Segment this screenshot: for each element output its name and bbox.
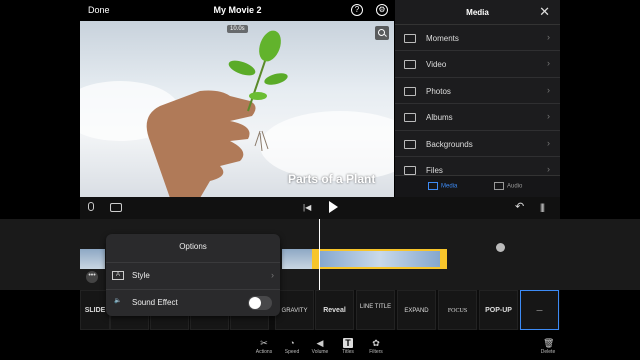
title-overlay-text: Parts of a Plant (288, 172, 376, 186)
chevron-right-icon: › (547, 58, 550, 69)
media-item-moments[interactable]: Moments › (395, 25, 560, 52)
media-panel: Media ✕ Moments › Video › Photos › Album… (395, 0, 560, 197)
media-item-photos[interactable]: Photos › (395, 78, 560, 105)
chevron-right-icon: › (547, 84, 550, 95)
option-style-label: Style (132, 271, 150, 280)
title-style-focus[interactable]: FOCUS (438, 290, 477, 330)
chevron-right-icon: › (547, 32, 550, 42)
close-icon[interactable]: ✕ (539, 4, 550, 20)
moments-icon (404, 34, 416, 43)
undo-icon[interactable]: ↶ (515, 200, 524, 213)
settings-icon[interactable]: ⚙ (376, 4, 388, 16)
media-item-label: Albums (426, 113, 453, 123)
media-item-label: Files (426, 165, 443, 175)
audio-icon (494, 182, 504, 190)
titles-icon: T (343, 338, 353, 348)
left-margin (0, 21, 80, 198)
playback-controls (80, 197, 560, 219)
filters-button[interactable]: ✿ Filters (361, 338, 391, 355)
volume-button[interactable]: ◀ Volume (305, 338, 335, 355)
top-bar: Done My Movie 2 ? ⚙ (0, 0, 395, 21)
media-item-video[interactable]: Video › (395, 51, 560, 78)
filters-icon: ✿ (372, 338, 380, 348)
playhead (319, 219, 320, 290)
albums-icon (404, 113, 416, 123)
bottom-toolbar: ✂ Actions ◔ Speed ◀ Volume T Titles ✿ Filters… (0, 330, 640, 360)
timeline[interactable]: ••• (0, 219, 640, 290)
title-style-pop-up[interactable]: POP-UP (479, 290, 518, 330)
chevron-right-icon: › (547, 137, 550, 148)
more-options-button[interactable]: ••• (86, 271, 98, 283)
titles-button[interactable]: T Titles (333, 338, 363, 355)
scissors-icon: ✂ (260, 338, 268, 348)
files-icon (404, 165, 416, 175)
video-preview[interactable]: 10.0s Parts of a Plant (80, 21, 394, 198)
media-item-label: Backgrounds (426, 139, 473, 149)
media-tab-bar: Media Audio (395, 175, 560, 197)
help-icon[interactable]: ? (351, 4, 363, 16)
chevron-right-icon: › (271, 270, 274, 280)
zoom-icon[interactable] (375, 26, 389, 40)
tab-audio[interactable]: Audio (494, 182, 522, 190)
title-style-expand[interactable]: EXPAND (397, 290, 436, 330)
microphone-icon[interactable] (88, 202, 94, 211)
media-header: Media ✕ (395, 0, 560, 25)
media-item-label: Video (426, 60, 447, 70)
option-sound-effect: 🔈 Sound Effect (106, 289, 280, 315)
text-style-icon: A (112, 271, 124, 280)
skip-to-start-icon[interactable]: |◀ (303, 203, 311, 212)
media-title: Media (466, 8, 489, 17)
timeline-marker[interactable] (496, 243, 505, 252)
option-sound-effect-label: Sound Effect (132, 298, 178, 307)
options-title: Options (179, 242, 207, 251)
media-icon (428, 182, 438, 190)
chevron-right-icon: › (547, 163, 550, 174)
title-style-line-title[interactable]: LINE TITLE (356, 290, 395, 330)
media-item-albums[interactable]: Albums › (395, 104, 560, 131)
media-item-backgrounds[interactable]: Backgrounds › (395, 131, 560, 157)
actions-button[interactable]: ✂ Actions (249, 338, 279, 355)
audio-waveform-icon[interactable]: ||| (540, 202, 545, 212)
title-style-none[interactable]: — (520, 290, 559, 330)
speaker-icon: 🔈 (114, 298, 122, 304)
right-margin (560, 0, 640, 197)
title-style-reveal[interactable]: Reveal (315, 290, 354, 330)
options-popover: Options A Style › 🔈 Sound Effect (106, 234, 280, 316)
photos-icon (404, 86, 416, 96)
duration-badge: 10.0s (227, 25, 248, 33)
selected-timeline-clip[interactable] (312, 249, 447, 269)
timeline-clip[interactable] (80, 249, 105, 269)
video-icon (404, 60, 416, 70)
speedometer-icon: ◔ (289, 338, 295, 348)
delete-button[interactable]: 🗑 Delete (533, 338, 563, 355)
play-icon[interactable] (329, 201, 338, 213)
media-item-label: Moments (426, 34, 459, 43)
timeline-clip[interactable] (282, 249, 312, 269)
chevron-right-icon: › (547, 111, 550, 122)
camera-icon[interactable] (110, 203, 122, 212)
sound-effect-toggle[interactable] (248, 296, 272, 310)
option-style[interactable]: A Style › (106, 262, 280, 288)
backgrounds-icon (404, 139, 416, 149)
trash-icon: 🗑 (543, 338, 555, 348)
volume-icon: ◀ (316, 338, 324, 348)
media-item-label: Photos (426, 86, 451, 96)
tab-media[interactable]: Media (428, 182, 457, 190)
title-style-gravity[interactable]: GRAVITY (275, 290, 314, 330)
trim-handle-right[interactable] (440, 251, 445, 267)
speed-button[interactable]: ◔ Speed (277, 338, 307, 355)
